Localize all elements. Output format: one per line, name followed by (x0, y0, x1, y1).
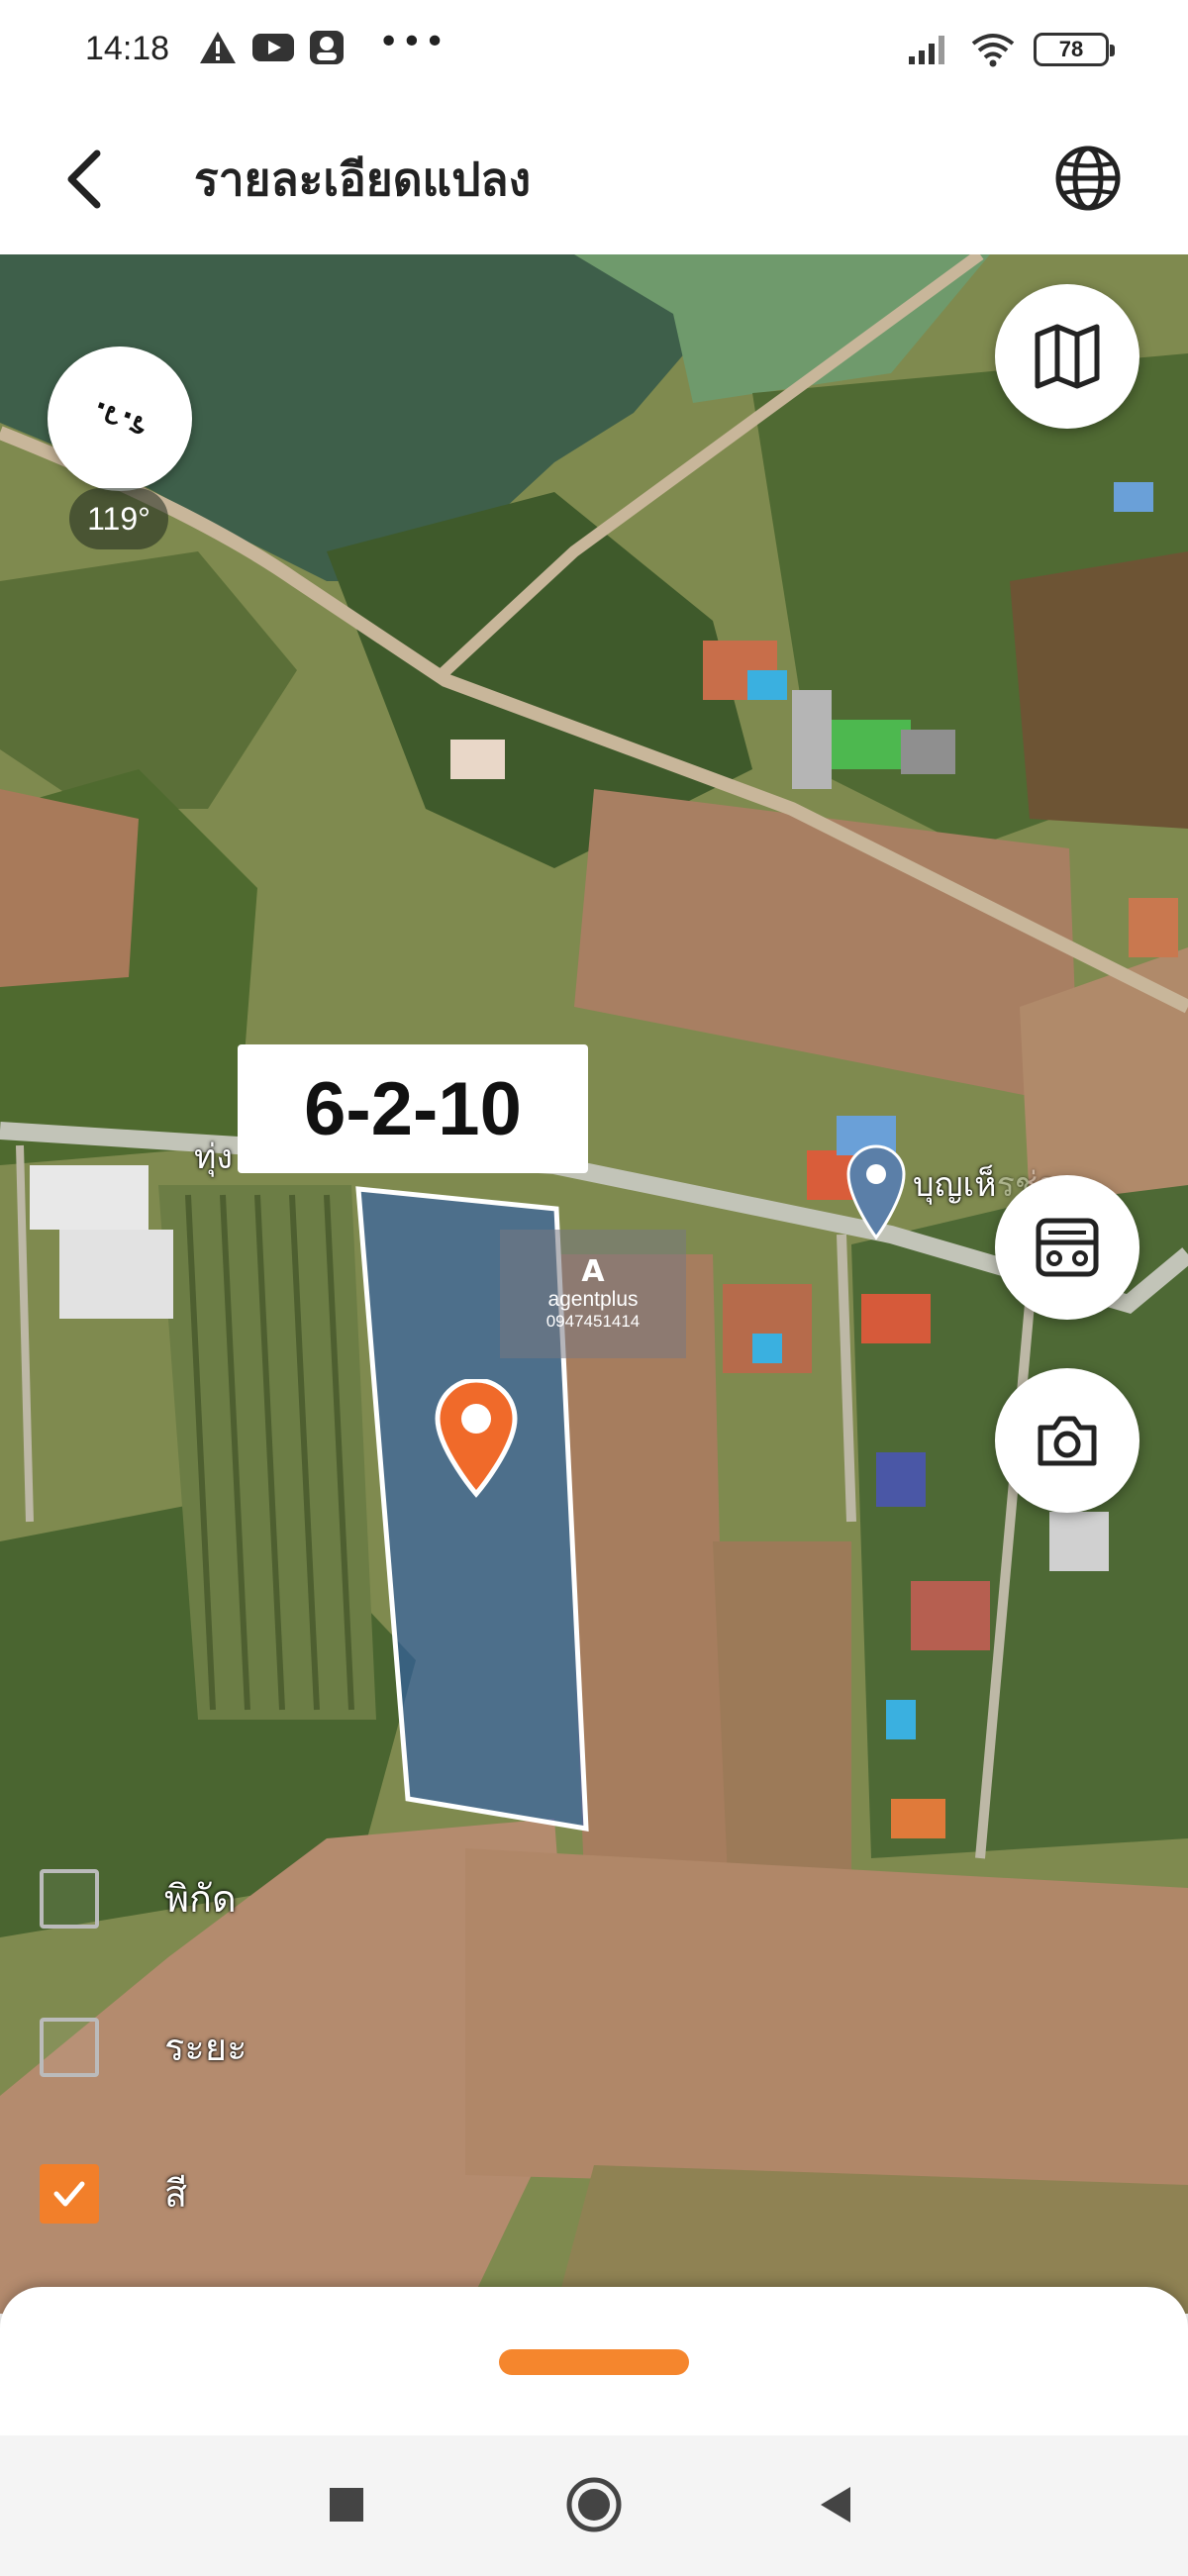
layer-toggle-color[interactable]: สี (40, 2163, 187, 2224)
signal-icon (909, 36, 944, 64)
compass-label: ร.ว. (87, 393, 152, 445)
plot-location-pin-icon[interactable] (432, 1379, 521, 1498)
recent-apps-icon (330, 2488, 363, 2522)
more-dots-icon: ••• (378, 22, 447, 62)
back-nav-icon (821, 2487, 850, 2523)
battery-icon: 78 (1034, 33, 1115, 66)
agentplus-logo: A (581, 1254, 605, 1289)
bottom-sheet[interactable] (0, 2287, 1188, 2435)
poi-label-text: บุญเห็ (913, 1165, 997, 1205)
layer-label: พิกัด (164, 1877, 237, 1921)
globe-icon[interactable] (1045, 136, 1131, 221)
heading-badge: 119° (69, 488, 168, 549)
system-nav-bar (0, 2435, 1188, 2576)
layer-toggle-coordinates[interactable]: พิกัด (40, 1868, 237, 1929)
home-button[interactable] (554, 2465, 634, 2544)
app-header: รายละเอียดแปลง (0, 104, 1188, 254)
map-icon (1035, 324, 1100, 389)
checkmark-icon (53, 2181, 85, 2206)
camera-button[interactable] (995, 1368, 1139, 1513)
road-label: ทุ่ง (194, 1138, 234, 1177)
back-arrow-icon[interactable] (50, 140, 129, 219)
status-right: 78 (907, 32, 1115, 67)
watermark-phone: 0947451414 (545, 1312, 641, 1331)
location-pin-icon[interactable] (844, 1142, 908, 1241)
coordinates-checkbox[interactable] (40, 1868, 99, 1929)
status-bar: 14:18 ••• 78 (0, 0, 1188, 104)
youtube-icon (252, 34, 294, 61)
warning-icon (200, 32, 236, 63)
status-time: 14:18 (85, 30, 170, 67)
layer-label: ระยะ (164, 2026, 248, 2069)
sheet-drag-handle[interactable] (499, 2349, 689, 2375)
agentplus-watermark: A agentplus 0947451414 (500, 1230, 686, 1358)
report-button[interactable] (995, 1175, 1139, 1320)
compass-button[interactable]: ร.ว. (48, 347, 192, 491)
wifi-icon (971, 34, 1015, 67)
page-title: รายละเอียดแปลง (194, 152, 532, 206)
report-icon (1036, 1218, 1099, 1277)
distance-checkbox[interactable] (40, 2017, 99, 2077)
satellite-map[interactable]: ร.ว. 119° 6-2-10 ทุ่ง บุญเห็รช่าง A agen… (0, 254, 1188, 2314)
plot-size-label: 6-2-10 (238, 1044, 588, 1173)
map-type-button[interactable] (995, 284, 1139, 429)
watermark-name: agentplus (547, 1288, 639, 1311)
home-icon (566, 2477, 622, 2532)
back-nav-button[interactable] (797, 2465, 876, 2544)
app-icon (310, 31, 344, 64)
color-checkbox[interactable] (40, 2163, 99, 2224)
camera-icon (1038, 1416, 1097, 1466)
layer-toggle-distance[interactable]: ระยะ (40, 2017, 248, 2077)
layer-label: สี (164, 2172, 188, 2216)
recent-apps-button[interactable] (307, 2465, 386, 2544)
